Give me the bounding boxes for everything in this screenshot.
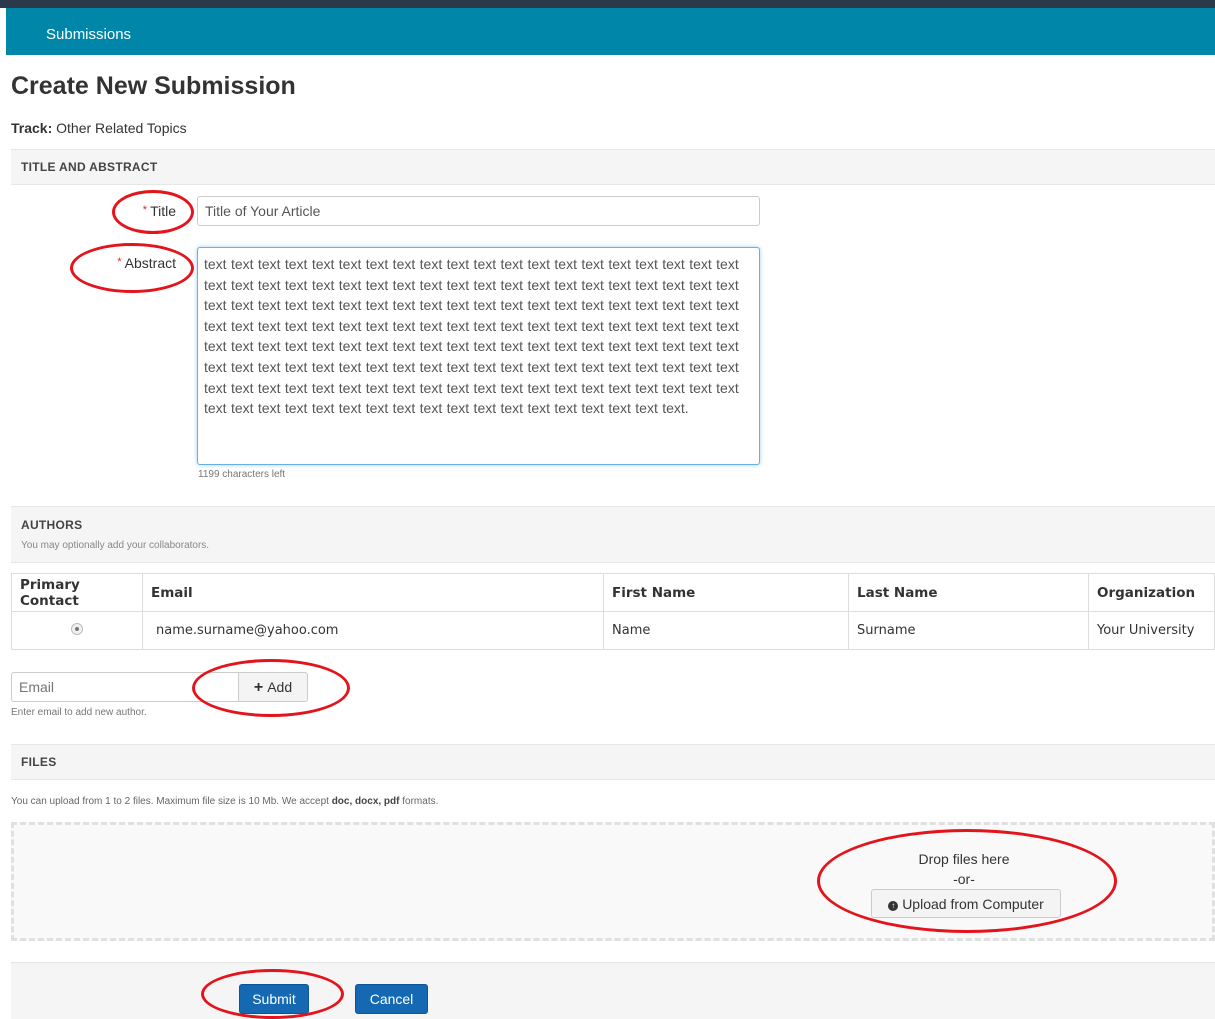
section-authors-heading: AUTHORS (21, 518, 83, 532)
section-title-abstract-heading: TITLE AND ABSTRACT (21, 160, 158, 174)
window-top-strip (0, 0, 1215, 8)
abstract-label-text: Abstract (124, 255, 176, 271)
title-label-text: Title (150, 203, 176, 219)
abstract-char-count: 1199 characters left (198, 469, 286, 480)
section-title-abstract: TITLE AND ABSTRACT (11, 149, 1215, 185)
section-authors: AUTHORS You may optionally add your coll… (11, 506, 1215, 563)
table-row: name.surname@yahoo.com Name Surname Your… (11, 611, 1215, 650)
col-last-name: Last Name (848, 573, 1089, 612)
author-last-name[interactable]: Surname (848, 611, 1089, 650)
nav-link-submissions[interactable]: Submissions (46, 26, 131, 44)
drop-or-text: -or- (953, 871, 975, 887)
add-author-button-label: Add (267, 679, 293, 695)
files-info-prefix: You can upload from 1 to 2 files. Maximu… (11, 796, 332, 807)
track-label: Track: (11, 120, 53, 136)
primary-contact-radio[interactable] (71, 622, 83, 635)
author-first-name[interactable]: Name (603, 611, 849, 650)
title-label: * Title (130, 203, 176, 222)
track-line: Track: Other Related Topics (11, 120, 187, 137)
abstract-label: * Abstract (100, 255, 176, 274)
files-info-suffix: formats. (399, 796, 439, 807)
add-author-hint: Enter email to add new author. (11, 707, 147, 718)
top-navbar: Submissions (6, 8, 1215, 55)
page-title: Create New Submission (11, 72, 296, 100)
title-input[interactable] (197, 196, 760, 226)
col-first-name: First Name (603, 573, 849, 612)
abstract-textarea[interactable]: text text text text text text text text … (197, 247, 760, 465)
track-value: Other Related Topics (56, 120, 187, 136)
author-email[interactable]: name.surname@yahoo.com (142, 611, 604, 650)
authors-table: Primary Contact Email First Name Last Na… (11, 573, 1215, 650)
dropzone-content: Drop files here -or- ↑ Upload from Comput… (869, 825, 1061, 938)
cancel-button[interactable]: Cancel (355, 984, 428, 1014)
col-email: Email (142, 573, 604, 612)
files-info-formats: doc, docx, pdf (331, 796, 400, 807)
primary-contact-cell (11, 611, 143, 650)
drop-files-text: Drop files here (918, 851, 1010, 867)
form-actions-bar (11, 962, 1215, 1019)
plus-icon: + (253, 679, 264, 696)
author-email-input[interactable] (11, 672, 239, 702)
add-author-button[interactable]: + Add (238, 672, 308, 702)
required-mark: * (142, 204, 148, 216)
authors-table-header: Primary Contact Email First Name Last Na… (11, 573, 1215, 612)
files-info: You can upload from 1 to 2 files. Maximu… (11, 796, 438, 808)
col-primary-contact: Primary Contact (11, 573, 143, 612)
required-mark: * (117, 256, 122, 268)
submit-button[interactable]: Submit (239, 984, 309, 1014)
file-dropzone[interactable]: Drop files here -or- ↑ Upload from Comput… (11, 822, 1215, 941)
author-organization[interactable]: Your University (1088, 611, 1215, 650)
section-files: FILES (11, 744, 1215, 780)
upload-icon: ↑ (888, 901, 899, 911)
section-files-heading: FILES (21, 755, 57, 769)
upload-from-computer-button[interactable]: ↑ Upload from Computer (871, 889, 1061, 918)
section-authors-subtitle: You may optionally add your collaborator… (21, 540, 210, 551)
upload-button-label: Upload from Computer (902, 896, 1044, 912)
col-organization: Organization (1088, 573, 1215, 612)
